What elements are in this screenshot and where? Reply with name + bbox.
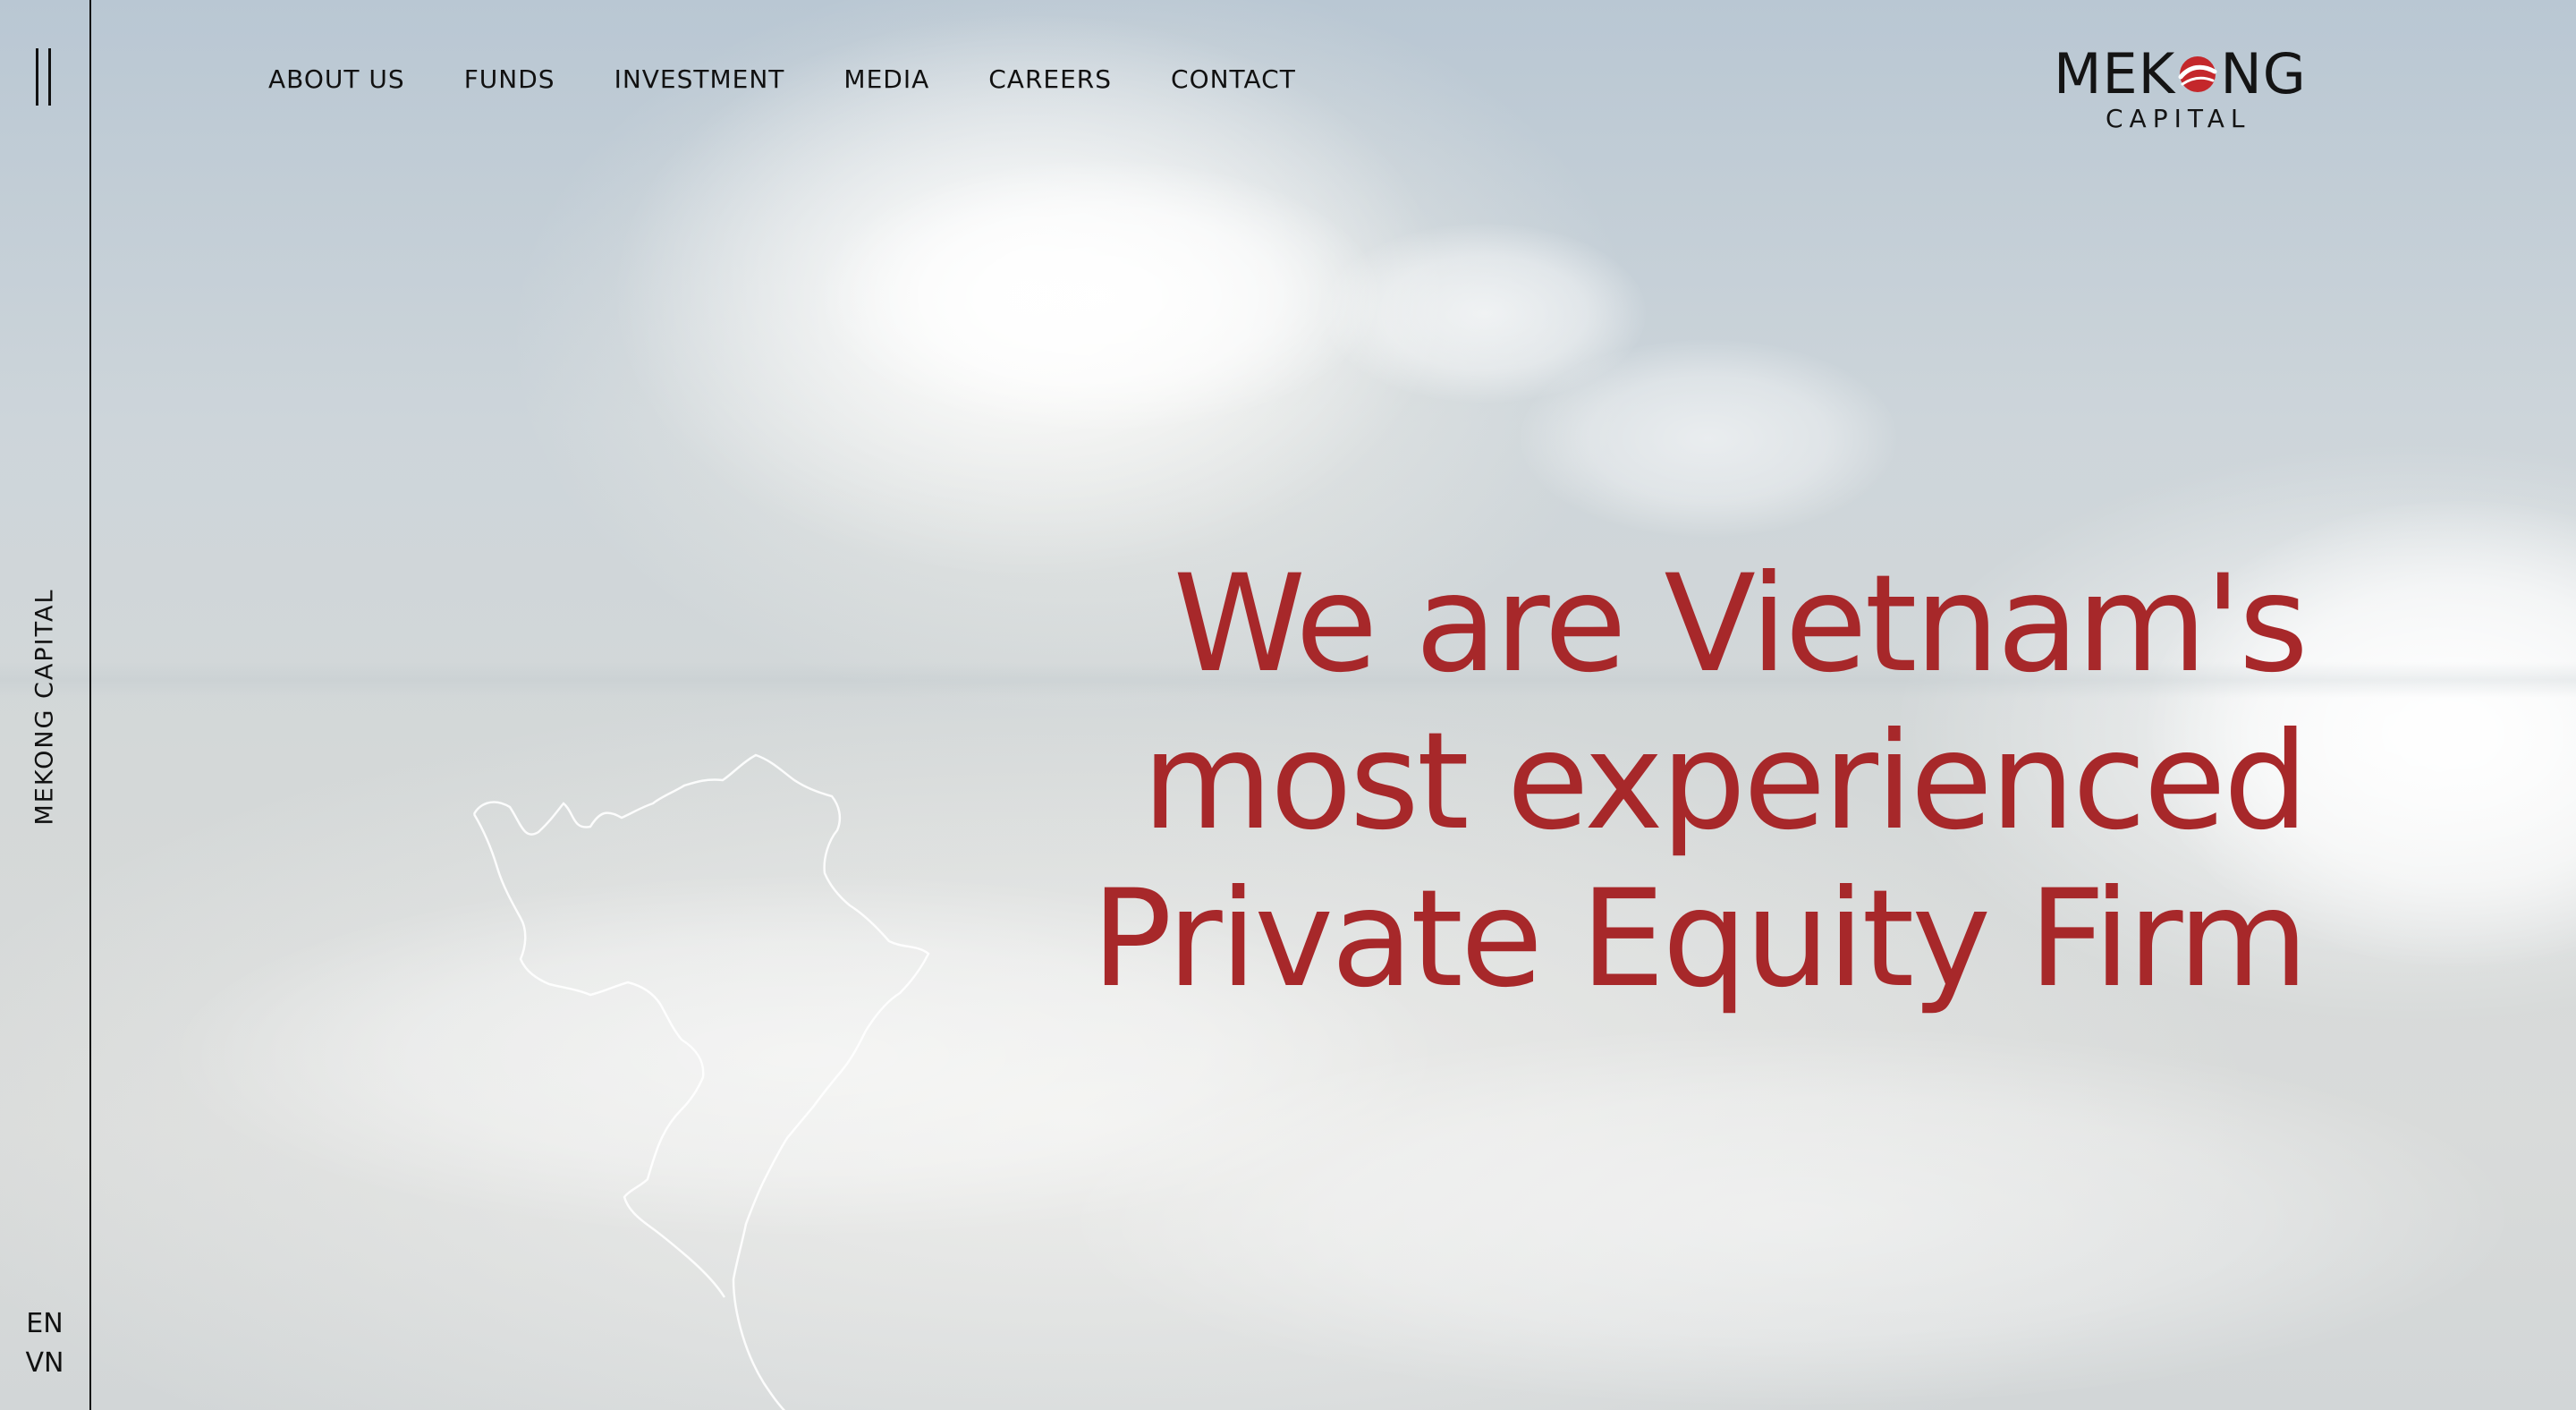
- menu-toggle-button[interactable]: [32, 48, 57, 106]
- nav-about-us[interactable]: ABOUT US: [268, 64, 405, 94]
- logo-subtitle: CAPITAL: [2106, 104, 2251, 133]
- language-en-link[interactable]: EN: [0, 1308, 89, 1339]
- nav-funds[interactable]: FUNDS: [464, 64, 555, 94]
- mekong-capital-logo[interactable]: MEK NG CAPITAL: [2054, 47, 2313, 136]
- language-vn-link[interactable]: VN: [0, 1347, 89, 1379]
- nav-investment[interactable]: INVESTMENT: [614, 64, 785, 94]
- nav-contact[interactable]: CONTACT: [1171, 64, 1296, 94]
- logo-swoosh-icon: [2175, 50, 2220, 95]
- logo-text-left: MEK: [2054, 41, 2176, 106]
- top-navigation: ABOUT US FUNDS INVESTMENT MEDIA CAREERS …: [268, 64, 1355, 94]
- headline-line-2: most experienced: [1141, 704, 2309, 860]
- double-vertical-bars-icon: [36, 48, 38, 106]
- side-rail: MEKONG CAPITAL EN VN: [0, 0, 91, 1410]
- headline-line-1: We are Vietnam's: [1173, 547, 2309, 702]
- headline-line-3: Private Equity Firm: [1091, 862, 2309, 1017]
- vertical-brand-label: MEKONG CAPITAL: [30, 588, 59, 826]
- nav-careers[interactable]: CAREERS: [988, 64, 1112, 94]
- hero-headline: We are Vietnam's most experienced Privat…: [1091, 546, 2309, 1018]
- nav-media[interactable]: MEDIA: [843, 64, 929, 94]
- logo-text-right: NG: [2220, 41, 2307, 106]
- double-vertical-bars-icon-bar: [48, 48, 51, 106]
- logo-wordmark: MEK NG: [2054, 47, 2307, 102]
